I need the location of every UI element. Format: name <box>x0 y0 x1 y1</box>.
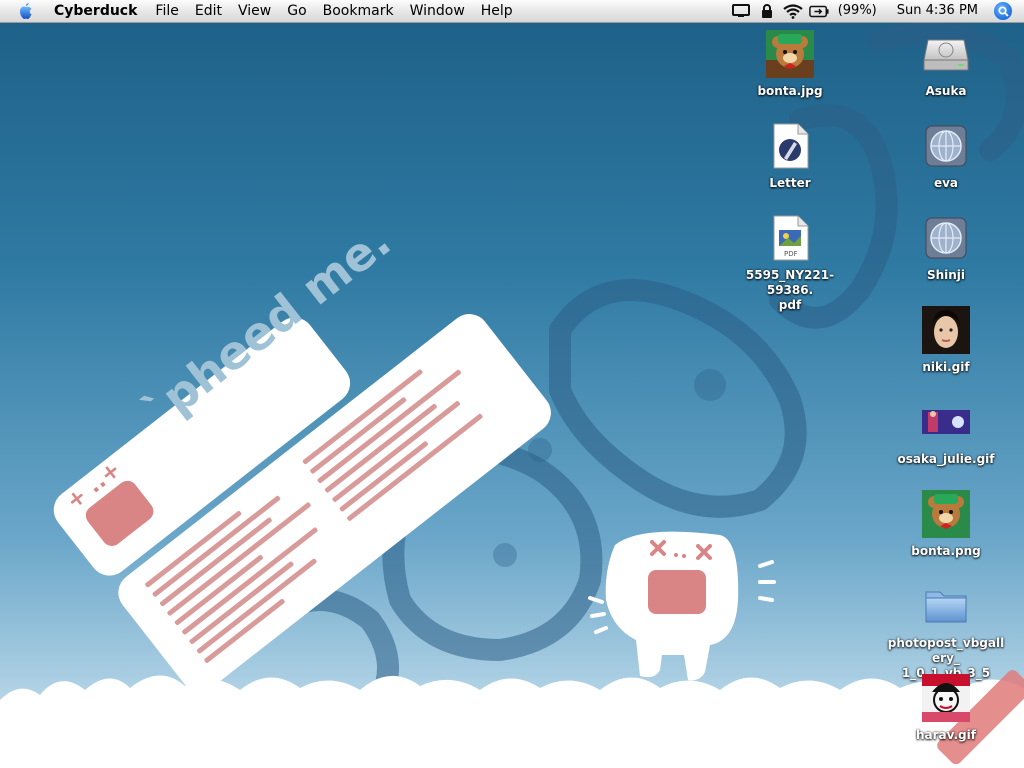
network-volume-icon <box>922 122 970 170</box>
bear-image-icon <box>922 490 970 538</box>
pdf-document-icon: PDF <box>766 214 814 262</box>
desktop-icon-label: niki.gif <box>922 360 970 374</box>
menu-edit[interactable]: Edit <box>187 0 230 22</box>
desktop-icon-shinji[interactable]: Shinji <box>886 214 1006 283</box>
desktop-icon-label: bonta.jpg <box>757 84 823 98</box>
desktop-icon-pdf[interactable]: PDF 5595_NY221-59386. pdf <box>730 214 850 313</box>
document-pen-icon <box>766 122 814 170</box>
display-icon[interactable] <box>731 0 751 22</box>
menu-go[interactable]: Go <box>279 0 314 22</box>
hard-drive-icon <box>922 30 970 78</box>
menubar-clock[interactable]: Sun 4:36 PM <box>883 0 984 22</box>
desktop-icon-photopost-folder[interactable]: photopost_vbgallery_ 1_0_1_vb_3_5 <box>886 582 1006 681</box>
lock-icon[interactable] <box>757 0 777 22</box>
desktop-icon-letter[interactable]: Letter <box>730 122 850 191</box>
apple-menu-icon[interactable] <box>14 0 38 22</box>
battery-icon[interactable] <box>808 0 829 22</box>
spotlight-icon[interactable] <box>994 2 1012 20</box>
menu-file[interactable]: File <box>147 0 186 22</box>
desktop-icon-label: bonta.png <box>911 544 981 558</box>
menu-view[interactable]: View <box>230 0 279 22</box>
desktop-icon-label: Asuka <box>925 84 967 98</box>
banner-image-icon <box>922 398 970 446</box>
menu-bookmark[interactable]: Bookmark <box>315 0 402 22</box>
svg-text:PDF: PDF <box>784 250 798 258</box>
battery-percent[interactable]: (99%) <box>832 0 883 22</box>
desktop-icon-niki-gif[interactable]: niki.gif <box>886 306 1006 375</box>
bear-image-icon <box>766 30 814 78</box>
desktop-icon-label: harav.gif <box>916 728 976 742</box>
desktop-icon-label: osaka_julie.gif <box>897 452 995 466</box>
portrait-image-icon <box>922 306 970 354</box>
desktop-icon-harav-gif[interactable]: harav.gif <box>886 674 1006 743</box>
menu-bar: Cyberduck File Edit View Go Bookmark Win… <box>0 0 1024 23</box>
menu-help[interactable]: Help <box>473 0 521 22</box>
desktop-icon-osaka-julie-gif[interactable]: osaka_julie.gif <box>886 398 1006 467</box>
desktop-icon-asuka[interactable]: Asuka <box>886 30 1006 99</box>
network-volume-icon <box>922 214 970 262</box>
desktop-icon-label: eva <box>933 176 959 190</box>
menu-app-name[interactable]: Cyberduck <box>48 0 147 22</box>
avatar-image-icon <box>922 674 970 722</box>
desktop-icon-label: Letter <box>769 176 811 190</box>
folder-icon <box>922 582 970 630</box>
desktop-icon-eva[interactable]: eva <box>886 122 1006 191</box>
desktop-icon-label: Shinji <box>926 268 966 282</box>
menu-window[interactable]: Window <box>402 0 473 22</box>
desktop-icon-bonta-png[interactable]: bonta.png <box>886 490 1006 559</box>
desktop-icon-label: 5595_NY221-59386. pdf <box>745 268 835 312</box>
desktop-wallpaper: + ..+ `pheed me. <box>0 22 1024 768</box>
wifi-icon[interactable] <box>783 0 803 22</box>
desktop-icon-bonta-jpg[interactable]: bonta.jpg <box>730 30 850 99</box>
